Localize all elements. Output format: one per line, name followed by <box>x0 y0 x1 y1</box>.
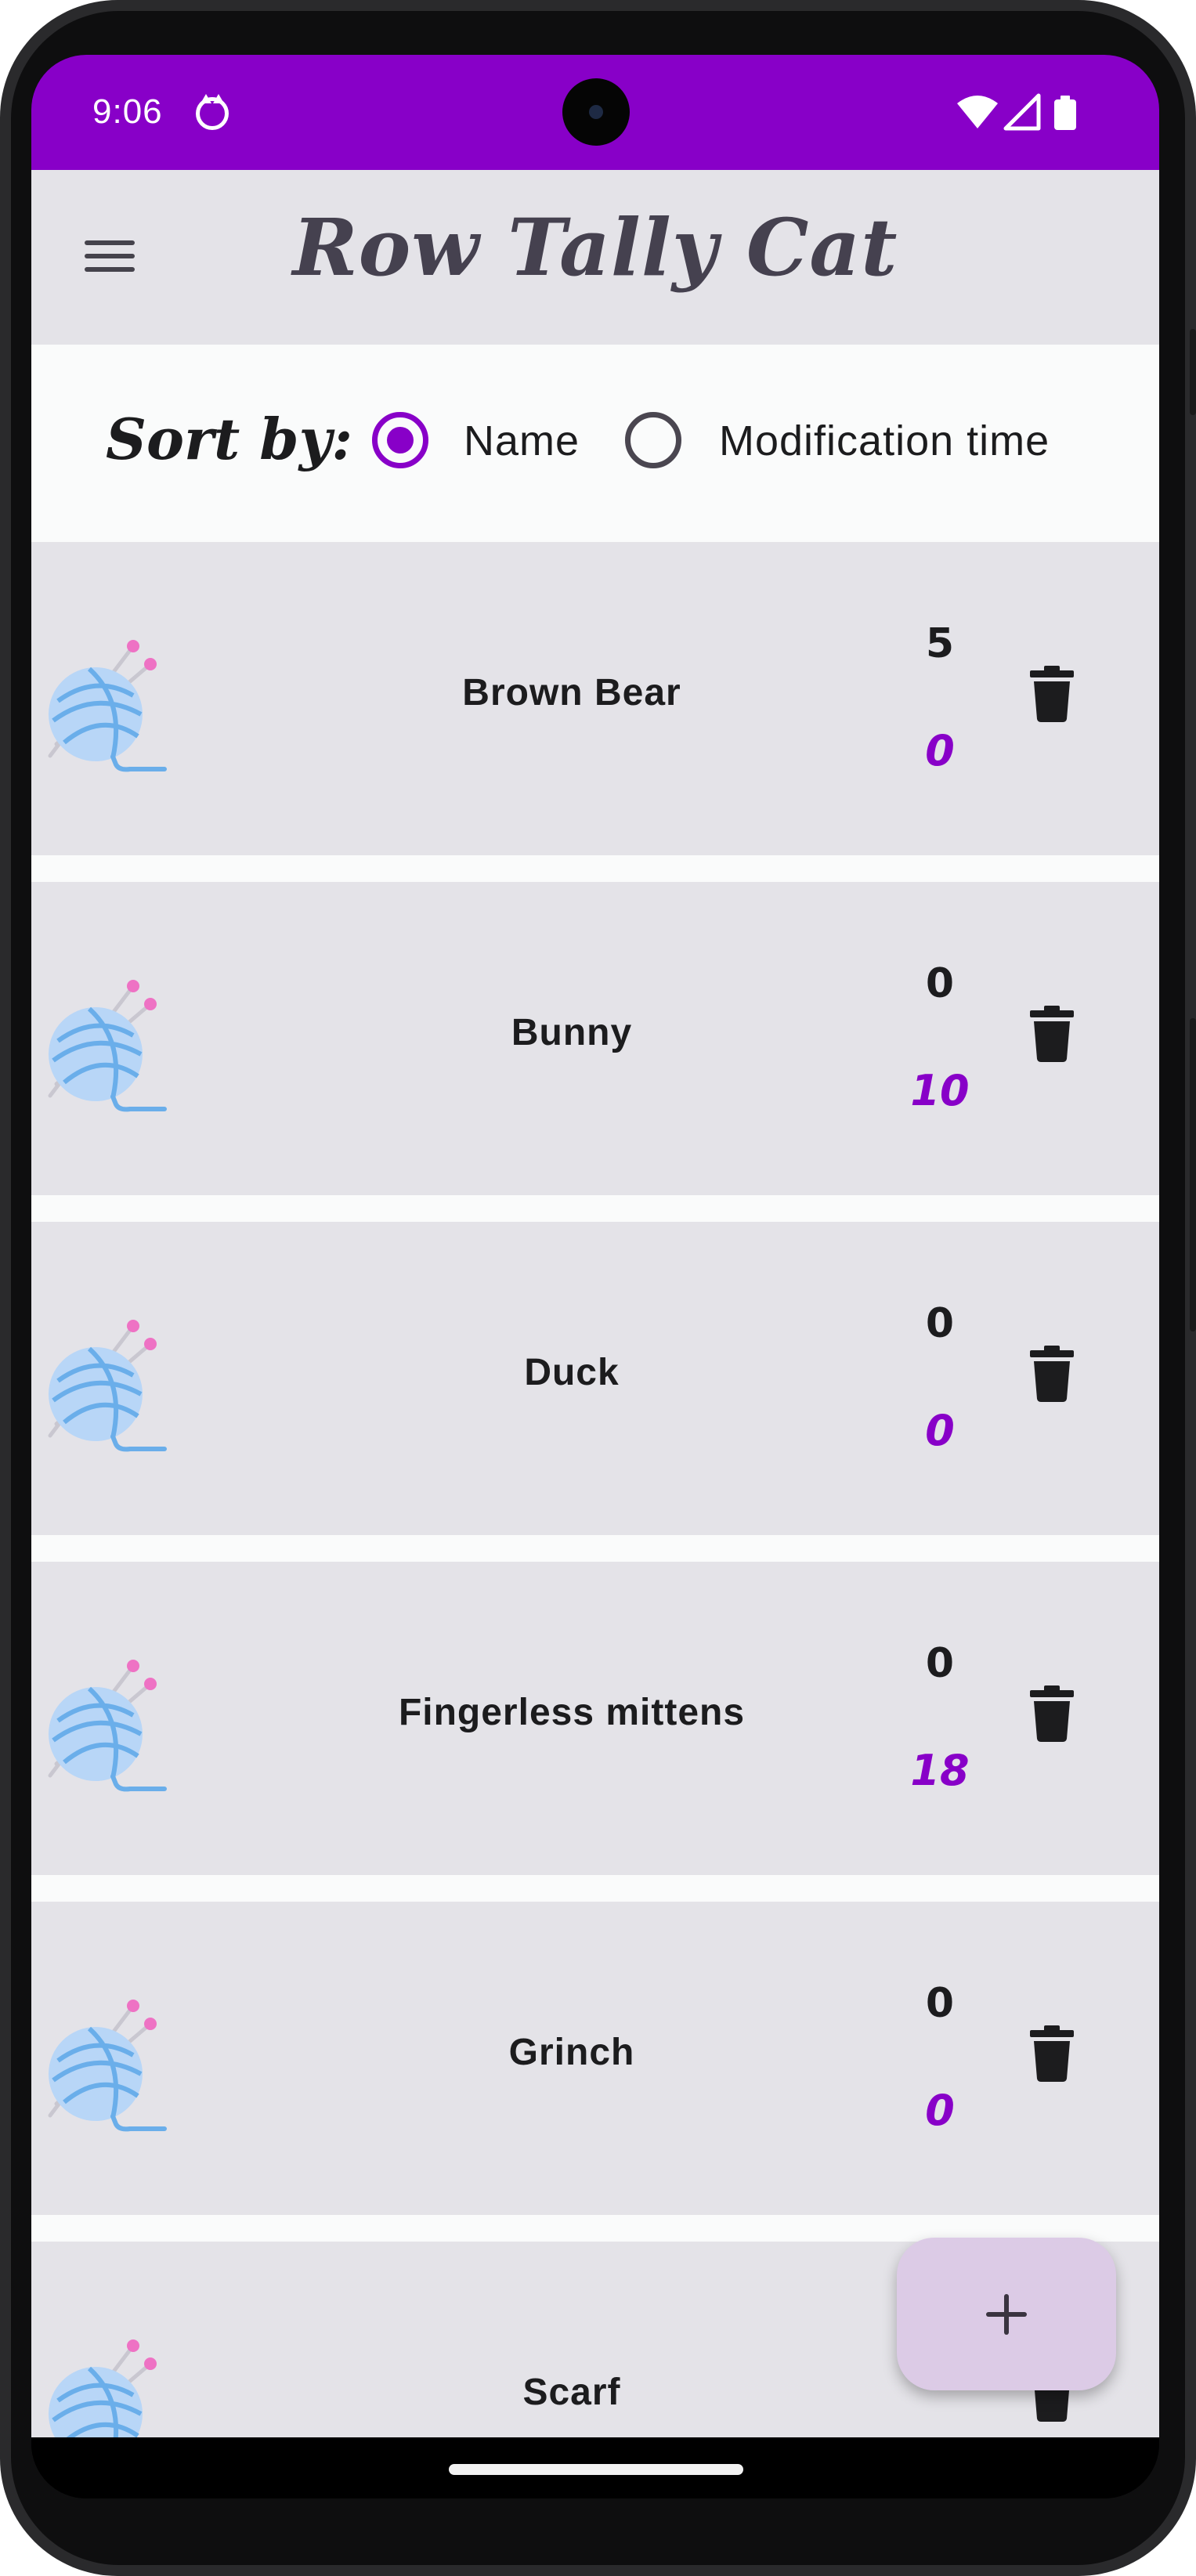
volume-button <box>1190 1018 1196 1331</box>
sort-bar: Sort by: Name Modification time <box>31 345 1159 542</box>
project-name: Scarf <box>522 2372 621 2413</box>
project-name: Fingerless mittens <box>398 1692 746 1733</box>
trash-icon[interactable] <box>1030 1685 1074 1742</box>
current-row-count: 0 <box>925 1406 955 1455</box>
wifi-icon <box>957 96 998 128</box>
sort-modification-time-label[interactable]: Modification time <box>719 417 1050 465</box>
phone-frame: 9:06 Row Tally Cat Sort by: Name Modific… <box>0 0 1196 2576</box>
power-button <box>1190 329 1196 415</box>
sort-label: Sort by: <box>106 406 353 472</box>
yarn-ball-icon <box>41 1986 174 2135</box>
app-title: Row Tally Cat <box>292 201 898 294</box>
status-icons <box>957 93 1076 131</box>
trash-icon[interactable] <box>1030 666 1074 722</box>
yarn-ball-icon <box>41 966 174 1115</box>
trash-icon[interactable] <box>1030 1006 1074 1062</box>
current-row-count: 10 <box>910 1066 970 1115</box>
status-time: 9:06 <box>92 92 163 131</box>
total-rows-count: 0 <box>925 1980 955 2027</box>
cat-notification-icon <box>196 94 229 130</box>
signal-icon <box>1003 93 1041 131</box>
total-rows-count: 5 <box>925 620 955 667</box>
project-item[interactable]: Duck 0 0 <box>31 1222 1159 1535</box>
home-gesture-handle[interactable] <box>449 2464 743 2475</box>
trash-icon[interactable] <box>1030 1346 1074 1402</box>
status-bar: 9:06 <box>31 55 1159 170</box>
yarn-ball-icon <box>41 2326 174 2437</box>
total-rows-count: 0 <box>925 1640 955 1687</box>
battery-icon <box>1054 96 1076 130</box>
navigation-bar <box>31 2437 1159 2498</box>
app-bar: Row Tally Cat <box>31 170 1159 345</box>
add-project-button[interactable] <box>897 2238 1116 2390</box>
trash-icon[interactable] <box>1030 2025 1074 2082</box>
current-row-count: 0 <box>925 2086 955 2135</box>
front-camera <box>562 78 630 146</box>
project-name: Bunny <box>511 1012 633 1053</box>
sort-modification-time-radio[interactable] <box>625 412 681 468</box>
sort-name-label[interactable]: Name <box>464 417 580 465</box>
project-name: Grinch <box>508 2032 635 2073</box>
yarn-ball-icon <box>41 1306 174 1455</box>
current-row-count: 18 <box>910 1746 970 1795</box>
project-item[interactable]: Fingerless mittens 0 18 <box>31 1562 1159 1875</box>
plus-icon <box>983 2291 1030 2338</box>
project-item[interactable]: Brown Bear 5 0 <box>31 542 1159 855</box>
total-rows-count: 0 <box>925 960 955 1007</box>
project-name: Brown Bear <box>462 672 681 714</box>
project-name: Duck <box>524 1352 620 1393</box>
sort-name-radio[interactable] <box>372 412 428 468</box>
screen: 9:06 Row Tally Cat Sort by: Name Modific… <box>31 55 1159 2498</box>
total-rows-count: 0 <box>925 1300 955 1347</box>
project-item[interactable]: Grinch 0 0 <box>31 1902 1159 2215</box>
current-row-count: 0 <box>925 726 955 775</box>
project-item[interactable]: Bunny 0 10 <box>31 882 1159 1195</box>
yarn-ball-icon <box>41 1646 174 1795</box>
yarn-ball-icon <box>41 627 174 775</box>
project-list: Brown Bear 5 0 Bunny 0 10 Duck 0 0 Finge… <box>31 542 1159 2437</box>
